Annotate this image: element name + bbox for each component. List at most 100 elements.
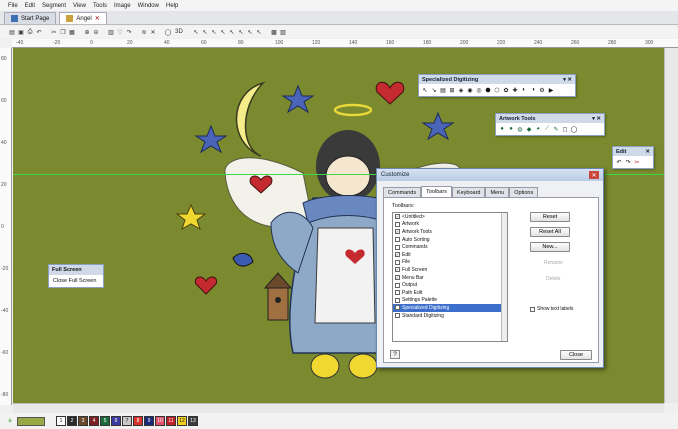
digitize-icon[interactable]: ✿ — [502, 86, 510, 94]
list-item[interactable]: Commands — [393, 243, 507, 251]
paste-icon[interactable]: ▦ — [68, 28, 76, 36]
thread-color-swatch[interactable]: 1 — [56, 416, 66, 426]
menu-file[interactable]: File — [8, 3, 18, 9]
edit-toolbar[interactable]: Edit ✕ ↶ ↷ ✂ — [612, 146, 654, 169]
list-item[interactable]: Auto Sorting — [393, 236, 507, 244]
toolbar-checkbox[interactable] — [395, 282, 400, 288]
3d-icon[interactable]: 3D — [173, 28, 185, 36]
close-icon[interactable]: ✕ — [645, 149, 650, 155]
tab-toolbars[interactable]: Toolbars — [421, 186, 452, 197]
toolbar-checkbox[interactable] — [395, 237, 400, 243]
close-icon[interactable]: ✕ — [589, 171, 599, 179]
zoom-in-icon[interactable]: ⊕ — [83, 28, 91, 36]
list-item[interactable]: ✓ Menu Bar — [393, 274, 507, 282]
applique-icon[interactable]: ↖ — [246, 28, 254, 36]
artwork-icon[interactable]: ◍ — [516, 125, 524, 133]
redo-icon[interactable]: ↷ — [624, 158, 632, 166]
toolbar-checkbox[interactable]: ✓ — [395, 305, 400, 311]
toolbar-checkbox[interactable] — [395, 259, 400, 265]
close-full-screen-button[interactable]: Close Full Screen — [49, 275, 103, 284]
open-icon[interactable]: ▤ — [8, 28, 16, 36]
horizontal-scrollbar[interactable] — [13, 403, 664, 413]
artwork-icon[interactable]: ◯ — [570, 125, 578, 133]
show-text-labels-option[interactable]: Show text labels — [530, 306, 573, 312]
digitize-icon[interactable]: ◐ — [520, 86, 528, 94]
list-item[interactable]: ✓ Full Screen — [393, 266, 507, 274]
toolbar-checkbox[interactable] — [395, 244, 400, 250]
digitize-icon[interactable]: ⚙ — [538, 86, 546, 94]
digitize-icon[interactable]: ⬢ — [484, 86, 492, 94]
toolbar-checkbox[interactable]: ✓ — [395, 229, 400, 235]
thread-color-swatch[interactable]: 9 — [144, 416, 154, 426]
thread-color-swatch[interactable]: 12 — [177, 416, 187, 426]
menu-tools[interactable]: Tools — [93, 3, 107, 9]
close-icon[interactable]: ✕ — [95, 15, 100, 22]
artwork-icon[interactable]: ✎ — [552, 125, 560, 133]
artwork-icon[interactable]: ● — [507, 125, 515, 133]
toolbar-checkbox[interactable] — [395, 297, 400, 303]
menu-view[interactable]: View — [73, 3, 86, 9]
fill-icon[interactable]: ↖ — [210, 28, 218, 36]
toolbar-checkbox[interactable] — [395, 290, 400, 296]
artwork-icon[interactable]: ⟋ — [543, 125, 551, 133]
zoom-out-icon[interactable]: ⊖ — [92, 28, 100, 36]
digitize-icon[interactable]: ◈ — [457, 86, 465, 94]
thread-color-swatch[interactable]: 2 — [67, 416, 77, 426]
artwork-icon[interactable]: ◻ — [561, 125, 569, 133]
reset-all-button[interactable]: Reset All — [530, 227, 570, 237]
toolbar-checkbox[interactable]: ✓ — [395, 267, 400, 273]
list-item[interactable]: ✓ Edit — [393, 251, 507, 259]
undo-icon[interactable]: ↶ — [35, 28, 43, 36]
vertical-scrollbar[interactable] — [664, 48, 678, 403]
node-icon[interactable]: ↖ — [201, 28, 209, 36]
toolbars-list[interactable]: ✓ <Untitled> Artwork ✓ Artwork Tools Auto Sor… — [392, 212, 508, 342]
menu-image[interactable]: Image — [114, 3, 131, 9]
menu-segment[interactable]: Segment — [42, 3, 66, 9]
help-icon[interactable]: ? — [390, 350, 400, 359]
circle-icon[interactable]: ◯ — [164, 28, 172, 36]
grid-icon[interactable]: ▥ — [107, 28, 115, 36]
toolbar-checkbox[interactable]: ✓ — [395, 252, 400, 258]
full-screen-toolbar[interactable]: Full Screen Close Full Screen — [48, 264, 104, 288]
print-icon[interactable]: ⎙ — [26, 28, 34, 36]
list-item[interactable]: Artwork — [393, 221, 507, 229]
list-item[interactable]: ✓ Artwork Tools — [393, 228, 507, 236]
show-text-labels-checkbox[interactable] — [530, 306, 535, 312]
toolbar-checkbox[interactable] — [395, 221, 400, 227]
color-icon[interactable]: ▩ — [270, 28, 278, 36]
list-item[interactable]: ✓ <Untitled> — [393, 213, 507, 221]
digitize-icon[interactable]: ◎ — [475, 86, 483, 94]
artwork-icon[interactable]: ◆ — [525, 125, 533, 133]
menu-help[interactable]: Help — [166, 3, 178, 9]
trim-icon[interactable]: ↖ — [255, 28, 263, 36]
close-icon[interactable]: ▾ ✕ — [563, 77, 572, 83]
view-icon[interactable]: ▧ — [279, 28, 287, 36]
cut-icon[interactable]: ✂ — [633, 158, 641, 166]
thread-color-swatch[interactable]: 6 — [111, 416, 121, 426]
close-button[interactable]: Close — [560, 350, 592, 360]
toolbar-checkbox[interactable]: ✓ — [395, 214, 400, 220]
specialized-digitizing-toolbar[interactable]: Specialized Digitizing ▾ ✕ ↖ ↘ ▤ ⊞ ◈ ◉ ◎ … — [418, 74, 576, 97]
undo-icon[interactable]: ↶ — [615, 158, 623, 166]
toolbar-checkbox[interactable] — [395, 313, 400, 319]
list-item[interactable]: Path Edit — [393, 289, 507, 297]
select-icon[interactable]: ↖ — [192, 28, 200, 36]
thread-color-swatch[interactable]: 10 — [155, 416, 165, 426]
list-item[interactable]: ✓ Specialized Digitizing — [393, 304, 507, 312]
new-toolbar-button[interactable]: New... — [530, 242, 570, 252]
digitize-icon[interactable]: ↖ — [421, 86, 429, 94]
stitch-icon[interactable]: ≋ — [140, 28, 148, 36]
digitize-icon[interactable]: ▤ — [439, 86, 447, 94]
thread-color-swatch[interactable]: 13 — [188, 416, 198, 426]
text-tool-icon[interactable]: ↖ — [237, 28, 245, 36]
thread-color-swatch[interactable]: 3 — [78, 416, 88, 426]
artwork-icon[interactable]: ● — [498, 125, 506, 133]
tab-start-page[interactable]: Start Page — [4, 12, 57, 24]
menu-edit[interactable]: Edit — [25, 3, 35, 9]
menu-window[interactable]: Window — [138, 3, 159, 9]
cut-icon[interactable]: ✂ — [50, 28, 58, 36]
digitize-icon[interactable]: ✚ — [511, 86, 519, 94]
thread-color-swatch[interactable]: 8 — [133, 416, 143, 426]
thread-color-swatch[interactable]: 4 — [89, 416, 99, 426]
thread-color-swatch[interactable]: 11 — [166, 416, 176, 426]
